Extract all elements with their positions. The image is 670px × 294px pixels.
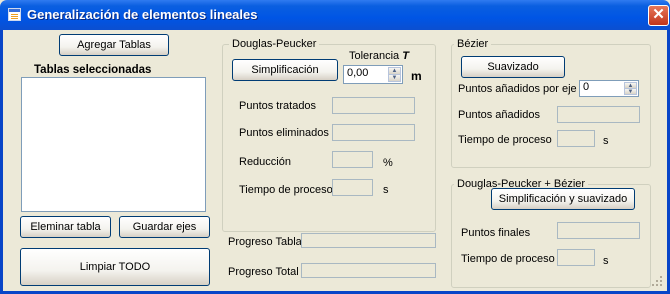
bezier-time-label: Tiempo de proceso [458,134,552,146]
points-added-label: Puntos añadidos [458,109,540,121]
final-points-field [557,222,640,239]
points-per-axis-label: Puntos añadidos por eje k [458,83,586,95]
tolerance-label: Tolerancia T [349,50,409,62]
progress-table-bar [301,233,436,248]
dpb-time-field [557,249,595,266]
reduction-field [332,151,373,168]
app-window-icon [8,8,21,21]
selected-tables-label: Tablas seleccionadas [34,64,152,76]
close-button[interactable]: ✕ [648,5,669,26]
title-bar[interactable]: Generalización de elementos lineales ✕ [0,0,670,30]
window-frame: Agregar Tablas Tablas seleccionadas Elem… [0,30,670,294]
progress-table-label: Progreso Tabla [228,236,302,248]
dpb-time-label: Tiempo de proceso [461,253,555,265]
reduction-label: Reducción [239,156,291,168]
tolerance-symbol: T [402,50,409,62]
simplification-button[interactable]: Simplificación [232,59,338,81]
dpb-time-unit: s [603,255,609,267]
clear-all-button[interactable]: Limpiar TODO [20,248,210,286]
smoothing-button[interactable]: Suavizado [461,56,565,78]
delete-table-button[interactable]: Eleminar tabla [20,216,111,238]
tolerance-value: 0,00 [347,67,369,79]
dp-time-label: Tiempo de proceso [239,184,333,196]
unit-m-label: m [411,69,422,83]
dp-time-field [332,179,373,196]
bezier-time-field [557,130,595,147]
bezier-time-unit: s [603,135,609,147]
dp-time-unit: s [383,184,389,196]
progress-total-bar [301,263,436,278]
points-eliminated-label: Puntos eliminados [239,127,329,139]
tolerance-spinner[interactable]: 0,00 ▲ ▼ [343,65,403,84]
points-treated-field [332,97,415,114]
window-title: Generalización de elementos lineales [27,7,258,22]
douglas-peucker-caption: Douglas-Peucker [229,38,320,50]
points-per-axis-value: 0 [583,81,590,93]
simplify-and-smooth-button[interactable]: Simplificación y suavizado [491,188,635,210]
save-axes-button[interactable]: Guardar ejes [119,216,210,238]
spin-down-arrow-icon[interactable]: ▼ [624,88,637,95]
add-tables-button[interactable]: Agregar Tablas [59,34,169,56]
progress-total-label: Progreso Total [228,266,299,278]
points-treated-label: Puntos tratados [239,100,317,112]
close-icon: ✕ [652,6,665,23]
final-points-label: Puntos finales [461,227,531,239]
reduction-unit: % [383,157,393,169]
spin-down-arrow-icon[interactable]: ▼ [388,74,401,82]
points-per-axis-spinner[interactable]: 0 ▲ ▼ [579,80,639,97]
resize-grip-icon[interactable] [652,276,663,287]
selected-tables-list[interactable] [21,77,206,212]
bezier-caption: Bézier [454,38,492,50]
points-added-field [557,106,640,123]
points-eliminated-field [332,124,415,141]
